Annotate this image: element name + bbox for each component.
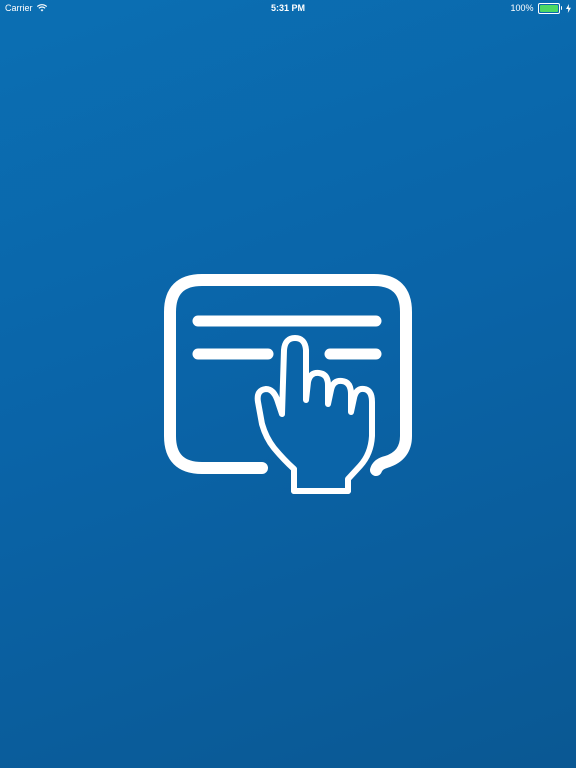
charging-bolt-icon xyxy=(566,3,571,13)
status-bar: Carrier 5:31 PM 100% xyxy=(0,0,576,16)
status-time: 5:31 PM xyxy=(270,3,305,13)
launch-screen: Carrier 5:31 PM 100% xyxy=(0,0,576,768)
battery-cap xyxy=(560,6,562,10)
battery-icon xyxy=(537,2,562,14)
status-right: 100% xyxy=(510,0,571,16)
card-tap-hand-icon xyxy=(164,274,412,494)
battery-fill xyxy=(539,4,558,12)
battery-body xyxy=(537,2,560,14)
battery-percent: 100% xyxy=(510,3,534,13)
